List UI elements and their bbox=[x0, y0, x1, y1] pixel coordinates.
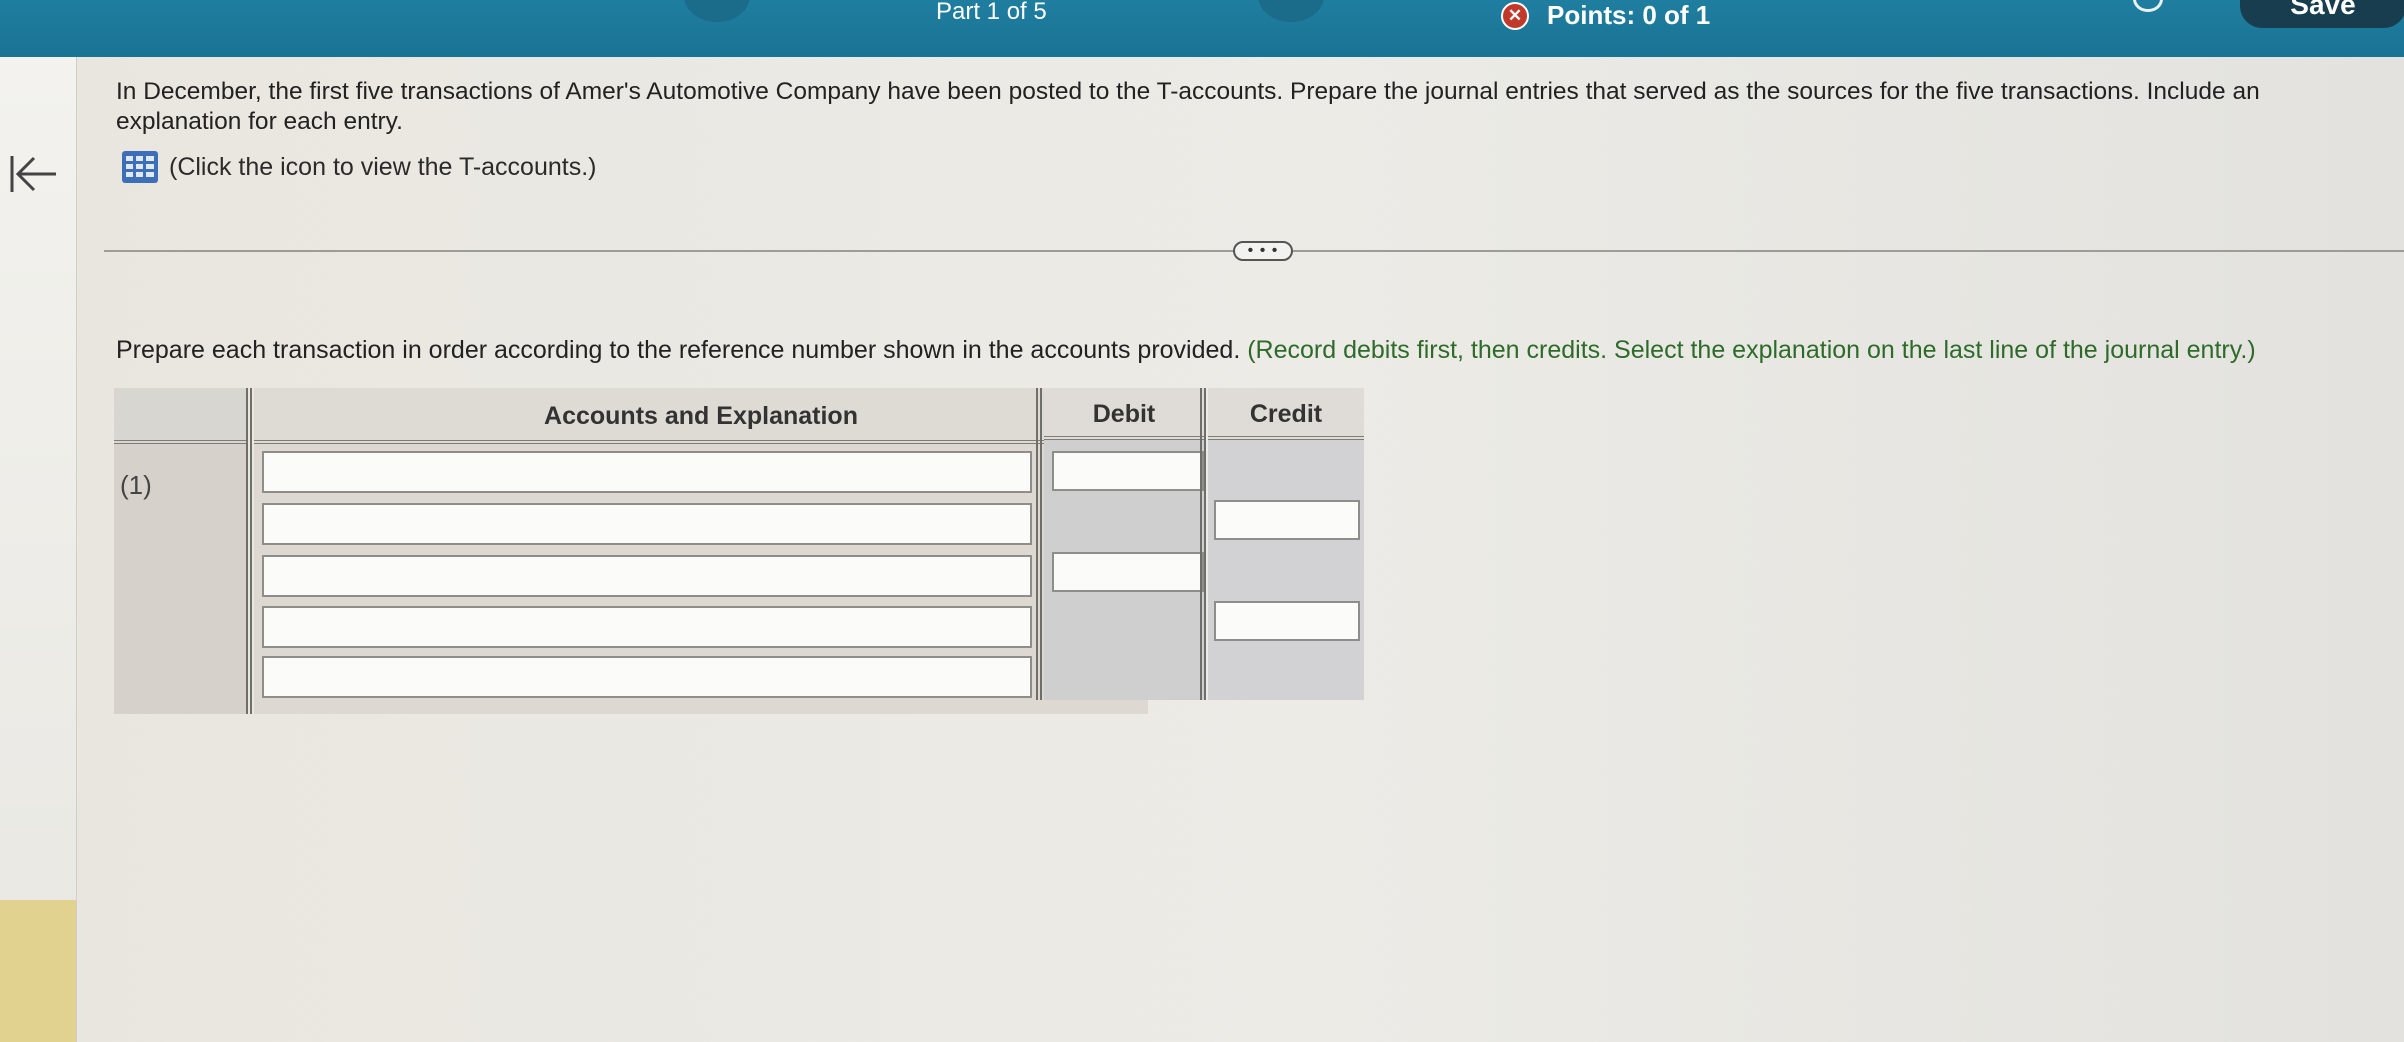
part-indicator: Part 1 of 5 bbox=[936, 0, 1047, 25]
help-icon[interactable] bbox=[2133, 0, 2163, 12]
arrow-left-bar-icon[interactable] bbox=[8, 152, 58, 196]
instructions-main: Prepare each transaction in order accord… bbox=[116, 336, 1241, 364]
accounts-column: Accounts and Explanation bbox=[254, 388, 1148, 714]
credit-input-2[interactable] bbox=[1214, 601, 1360, 641]
instructions-hint: (Record debits first, then credits. Sele… bbox=[1247, 336, 2256, 364]
account-input-1[interactable] bbox=[262, 451, 1032, 493]
debit-column: Debit bbox=[1044, 388, 1204, 700]
instructions: Prepare each transaction in order accord… bbox=[116, 336, 2256, 365]
column-separator bbox=[1036, 388, 1042, 700]
left-rail bbox=[0, 57, 77, 1042]
credit-header: Credit bbox=[1208, 388, 1364, 440]
accounts-header: Accounts and Explanation bbox=[254, 388, 1148, 444]
question-text: In December, the first five transactions… bbox=[116, 78, 2260, 135]
debit-input-2[interactable] bbox=[1052, 552, 1204, 592]
explanation-input[interactable] bbox=[262, 656, 1032, 698]
nav-next-control[interactable] bbox=[1258, 0, 1324, 22]
grid-table-icon[interactable] bbox=[121, 150, 159, 184]
t-accounts-link[interactable]: (Click the icon to view the T-accounts.) bbox=[121, 150, 597, 184]
top-bar: Part 1 of 5 ✕ Points: 0 of 1 Save bbox=[0, 0, 2404, 57]
points-indicator: ✕ Points: 0 of 1 bbox=[1501, 0, 1710, 31]
credit-column: Credit bbox=[1208, 388, 1364, 700]
account-input-2[interactable] bbox=[262, 503, 1032, 545]
entry-reference: (1) bbox=[120, 470, 152, 500]
nav-previous-control[interactable] bbox=[684, 0, 750, 22]
x-circle-icon: ✕ bbox=[1501, 1, 1529, 30]
column-separator bbox=[246, 388, 252, 714]
side-tab[interactable] bbox=[0, 900, 76, 1042]
account-input-3[interactable] bbox=[262, 555, 1032, 597]
points-label: Points: 0 of 1 bbox=[1547, 0, 1711, 30]
reference-column: (1) bbox=[114, 388, 246, 714]
account-input-4[interactable] bbox=[262, 606, 1032, 648]
column-separator bbox=[1200, 388, 1206, 700]
save-button[interactable]: Save bbox=[2240, 0, 2404, 28]
debit-header: Debit bbox=[1044, 388, 1204, 440]
debit-input-1[interactable] bbox=[1052, 451, 1204, 491]
credit-input-1[interactable] bbox=[1214, 500, 1360, 540]
t-accounts-link-text[interactable]: (Click the icon to view the T-accounts.) bbox=[169, 153, 597, 182]
reference-header bbox=[114, 388, 246, 444]
expand-more-button[interactable]: • • • bbox=[1233, 241, 1293, 261]
